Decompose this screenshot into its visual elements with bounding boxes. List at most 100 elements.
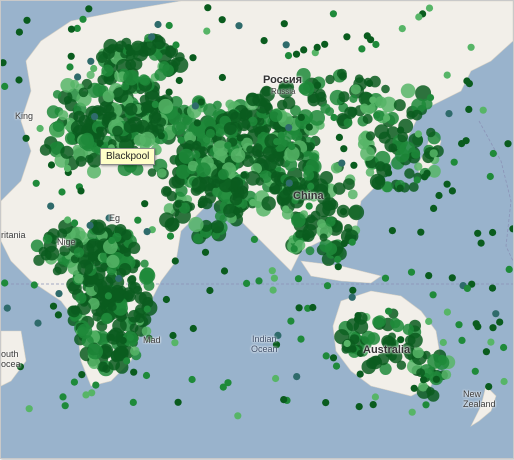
location-marker[interactable] xyxy=(66,63,74,71)
location-marker[interactable] xyxy=(63,164,72,173)
location-marker[interactable] xyxy=(488,284,497,292)
location-marker[interactable] xyxy=(1,279,9,287)
location-marker[interactable] xyxy=(492,310,500,318)
location-marker[interactable] xyxy=(305,123,313,131)
location-marker[interactable] xyxy=(458,336,466,344)
location-marker[interactable] xyxy=(340,145,348,153)
location-marker[interactable] xyxy=(322,352,330,360)
location-marker[interactable] xyxy=(197,201,205,209)
location-marker[interactable] xyxy=(383,114,391,122)
location-marker[interactable] xyxy=(429,291,437,299)
location-marker[interactable] xyxy=(426,94,435,102)
location-marker[interactable] xyxy=(58,188,66,196)
location-marker[interactable] xyxy=(482,348,490,356)
location-marker[interactable] xyxy=(270,274,278,282)
location-marker[interactable] xyxy=(280,396,288,404)
location-marker[interactable] xyxy=(219,383,227,391)
location-marker[interactable] xyxy=(302,233,310,241)
location-marker[interactable] xyxy=(260,99,268,107)
location-marker[interactable] xyxy=(353,315,362,323)
location-marker[interactable] xyxy=(343,33,351,41)
location-marker[interactable] xyxy=(300,46,308,54)
location-marker[interactable] xyxy=(407,268,416,276)
location-marker[interactable] xyxy=(249,199,257,207)
location-marker[interactable] xyxy=(193,119,201,127)
location-marker[interactable] xyxy=(472,320,480,328)
location-marker[interactable] xyxy=(255,277,263,285)
location-marker[interactable] xyxy=(107,333,115,341)
location-marker[interactable] xyxy=(373,111,381,119)
location-marker[interactable] xyxy=(339,208,348,216)
location-marker[interactable] xyxy=(148,33,156,41)
location-marker[interactable] xyxy=(385,169,393,177)
location-marker[interactable] xyxy=(477,239,485,247)
location-marker[interactable] xyxy=(450,158,458,166)
location-marker[interactable] xyxy=(408,408,416,416)
location-marker[interactable] xyxy=(285,179,293,187)
location-marker[interactable] xyxy=(129,398,137,406)
location-marker[interactable] xyxy=(272,374,280,383)
location-marker[interactable] xyxy=(322,399,330,407)
location-marker[interactable] xyxy=(78,371,86,379)
location-marker[interactable] xyxy=(489,228,497,237)
location-marker[interactable] xyxy=(240,171,248,179)
location-marker[interactable] xyxy=(363,32,371,40)
location-marker[interactable] xyxy=(292,50,301,58)
location-marker[interactable] xyxy=(463,284,471,292)
location-marker[interactable] xyxy=(282,205,290,213)
location-marker[interactable] xyxy=(174,200,182,208)
location-marker[interactable] xyxy=(332,362,341,370)
location-marker[interactable] xyxy=(82,391,90,399)
location-marker[interactable] xyxy=(235,22,243,30)
location-marker[interactable] xyxy=(287,317,295,325)
location-marker[interactable] xyxy=(334,255,342,263)
location-marker[interactable] xyxy=(32,179,40,187)
location-marker[interactable] xyxy=(171,339,179,347)
location-marker[interactable] xyxy=(165,21,173,30)
location-marker[interactable] xyxy=(87,57,95,65)
location-marker[interactable] xyxy=(269,286,277,294)
location-marker[interactable] xyxy=(175,76,183,85)
location-marker[interactable] xyxy=(443,308,451,316)
location-marker[interactable] xyxy=(307,182,315,190)
location-marker[interactable] xyxy=(174,398,182,406)
location-marker[interactable] xyxy=(474,229,482,237)
location-marker[interactable] xyxy=(201,248,210,256)
location-marker[interactable] xyxy=(358,45,366,53)
location-marker[interactable] xyxy=(496,318,504,326)
location-marker[interactable] xyxy=(500,377,508,386)
location-marker[interactable] xyxy=(236,134,244,142)
location-marker[interactable] xyxy=(280,20,288,28)
location-marker[interactable] xyxy=(458,140,466,148)
location-marker[interactable] xyxy=(397,126,405,134)
location-marker[interactable] xyxy=(30,281,38,289)
location-marker[interactable] xyxy=(417,228,425,236)
location-marker[interactable] xyxy=(355,403,363,411)
location-marker[interactable] xyxy=(381,274,390,282)
location-marker[interactable] xyxy=(505,265,513,273)
location-marker[interactable] xyxy=(141,200,149,208)
location-marker[interactable] xyxy=(90,64,98,73)
location-marker[interactable] xyxy=(172,41,180,49)
location-marker[interactable] xyxy=(130,368,138,376)
location-marker[interactable] xyxy=(463,77,471,85)
location-marker[interactable] xyxy=(356,370,364,378)
location-marker[interactable] xyxy=(104,292,112,300)
location-marker[interactable] xyxy=(191,102,199,110)
location-marker[interactable] xyxy=(134,216,142,224)
location-marker[interactable] xyxy=(36,124,44,133)
location-marker[interactable] xyxy=(479,106,487,114)
location-marker[interactable] xyxy=(335,133,343,141)
location-marker[interactable] xyxy=(297,113,305,121)
location-marker[interactable] xyxy=(126,333,134,342)
location-marker[interactable] xyxy=(157,132,165,140)
location-marker[interactable] xyxy=(189,54,197,62)
location-marker[interactable] xyxy=(445,110,453,118)
location-marker[interactable] xyxy=(297,335,305,343)
location-marker[interactable] xyxy=(421,173,429,181)
location-marker[interactable] xyxy=(348,238,356,246)
location-marker[interactable] xyxy=(396,184,404,192)
location-marker[interactable] xyxy=(55,290,63,298)
location-marker[interactable] xyxy=(64,216,72,224)
location-marker[interactable] xyxy=(166,232,175,240)
